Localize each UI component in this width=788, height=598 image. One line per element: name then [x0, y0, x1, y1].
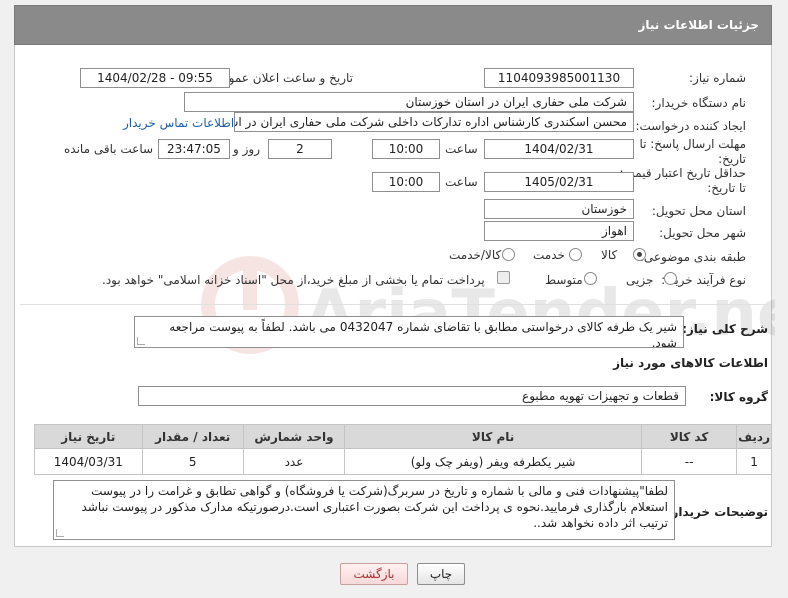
reply-time-label: ساعت — [445, 142, 478, 156]
cell-item-code: -- — [641, 448, 738, 475]
price-validity-time-label: ساعت — [445, 175, 478, 189]
col-header-unit: واحد شمارش — [242, 424, 346, 449]
items-table: ردیف کد کالا نام کالا واحد شمارش تعداد /… — [34, 424, 772, 475]
col-header-item-name: نام کالا — [344, 424, 643, 449]
price-validity-label-1: حداقل تاریخ اعتبار قیمت: — [619, 166, 746, 180]
divider — [20, 304, 768, 305]
purchase-type-option-medium: متوسط — [545, 273, 583, 287]
table-row: 1 -- شیر یکطرفه ویفر (ویفر چک ولو) عدد 5… — [34, 448, 772, 475]
buyer-org-label: نام دستگاه خریدار: — [651, 96, 747, 110]
page-title: جزئیات اطلاعات نیاز — [638, 18, 759, 32]
remaining-time-field: 23:47:05 — [158, 139, 230, 159]
creator-label: ایجاد کننده درخواست: — [635, 119, 746, 133]
reply-days-label: روز و — [233, 142, 260, 156]
remaining-time-label: ساعت باقی مانده — [64, 142, 154, 156]
goods-info-title: اطلاعات کالاهای مورد نیاز — [613, 356, 768, 370]
back-button[interactable]: بازگشت — [340, 563, 408, 585]
need-number-label: شماره نیاز: — [689, 71, 746, 85]
cell-need-date: 1404/03/31 — [34, 448, 143, 475]
price-validity-time-field: 10:00 — [372, 172, 440, 192]
treasury-payment-note: پرداخت تمام یا بخشی از مبلغ خرید،از محل … — [102, 273, 485, 287]
resize-grip[interactable] — [137, 337, 145, 345]
delivery-province-label: استان محل تحویل: — [651, 204, 746, 218]
reply-date-field: 1404/02/31 — [484, 139, 634, 159]
description-text: شیر یک طرفه کالای درخواستی مطابق با تقاض… — [169, 320, 677, 348]
description-field: شیر یک طرفه کالای درخواستی مطابق با تقاض… — [134, 316, 684, 348]
col-header-quantity: تعداد / مقدار — [141, 424, 244, 449]
treasury-payment-checkbox[interactable] — [497, 271, 510, 284]
purchase-type-radio-minor[interactable] — [664, 272, 677, 285]
reply-time-field: 10:00 — [372, 139, 440, 159]
table-header-row: ردیف کد کالا نام کالا واحد شمارش تعداد /… — [34, 424, 772, 449]
goods-group-label: گروه کالا: — [709, 390, 768, 404]
resize-grip[interactable] — [56, 529, 64, 537]
buyer-org-field: شرکت ملی حفاری ایران در استان خوزستان — [184, 92, 634, 112]
need-number-field: 1104093985001130 — [484, 68, 634, 88]
cell-quantity: 5 — [141, 448, 244, 475]
description-label: شرح کلی نیاز: — [682, 322, 768, 336]
purchase-type-radio-medium[interactable] — [584, 272, 597, 285]
purchase-type-option-minor: جزیی — [626, 273, 654, 287]
reply-days-field: 2 — [268, 139, 332, 159]
cell-item-name: شیر یکطرفه ویفر (ویفر چک ولو) — [344, 448, 643, 475]
announce-field: 1404/02/28 - 09:55 — [80, 68, 230, 88]
category-label: طبقه بندی موضوعی: — [639, 250, 746, 264]
category-option-goods-service: کالا/خدمت — [449, 248, 502, 262]
buyer-notes-text: لطفا"پیشنهادات فنی و مالی با شماره و تار… — [81, 484, 669, 530]
creator-field: محسن اسکندری کارشناس اداره تدارکات داخلی… — [234, 112, 634, 132]
category-radio-goods-service[interactable] — [502, 248, 515, 261]
buyer-contact-link[interactable]: اطلاعات تماس خریدار — [123, 116, 234, 130]
category-option-goods: کالا — [601, 248, 618, 262]
col-header-need-date: تاریخ نیاز — [34, 424, 143, 449]
price-validity-date-field: 1405/02/31 — [484, 172, 634, 192]
reply-deadline-label-1: مهلت ارسال پاسخ: تا — [639, 137, 746, 151]
col-header-row-number: ردیف — [736, 424, 772, 449]
price-validity-label-2: تا تاریخ: — [707, 181, 746, 195]
print-button[interactable]: چاپ — [417, 563, 465, 585]
cell-row-number: 1 — [736, 448, 772, 475]
delivery-city-field: اهواز — [484, 221, 634, 241]
buyer-notes-label: توضیحات خریدار: — [666, 505, 768, 519]
delivery-province-field: خوزستان — [484, 199, 634, 219]
reply-deadline-label-2: تاریخ: — [718, 152, 746, 166]
buyer-notes-field: لطفا"پیشنهادات فنی و مالی با شماره و تار… — [53, 480, 675, 540]
category-radio-service[interactable] — [569, 248, 582, 261]
panel-header: جزئیات اطلاعات نیاز — [14, 5, 772, 45]
delivery-city-label: شهر محل تحویل: — [659, 226, 746, 240]
col-header-item-code: کد کالا — [641, 424, 738, 449]
goods-group-field: قطعات و تجهیزات تهویه مطبوع — [138, 386, 686, 406]
category-option-service: خدمت — [533, 248, 565, 262]
cell-unit: عدد — [242, 448, 346, 475]
category-radio-goods[interactable] — [633, 248, 646, 261]
